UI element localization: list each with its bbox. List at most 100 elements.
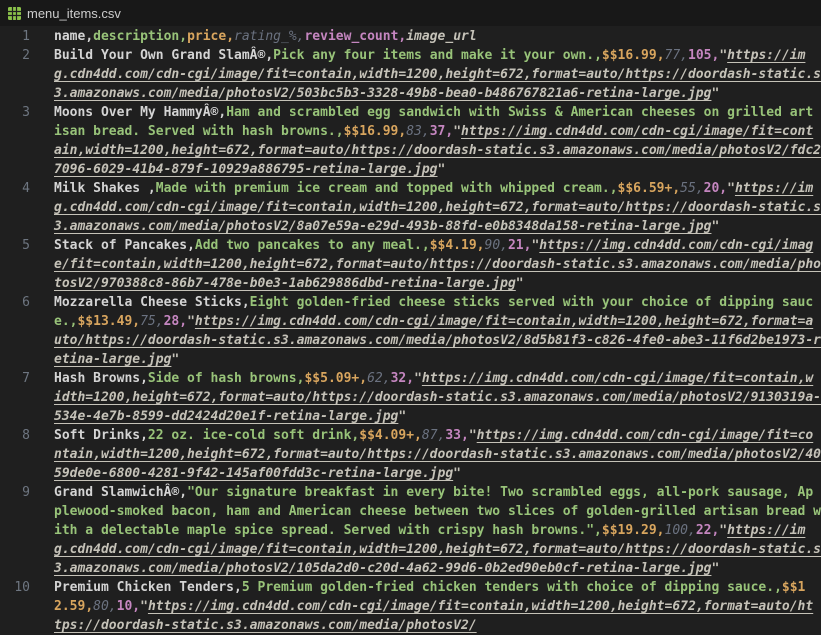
csv-delimiter: , — [85, 29, 93, 44]
image-url-link: https://img.cdn4dd.com/cdn-cgi/image/fit… — [54, 599, 813, 633]
csv-field: 77 — [665, 48, 681, 63]
csv-delimiter: , — [140, 428, 148, 443]
csv-row: 3 Moons Over My HammyÂ®,Ham and scrambled… — [0, 103, 821, 179]
csv-file-icon — [8, 7, 21, 20]
csv-delimiter: , — [336, 124, 344, 139]
csv-delimiter: , — [688, 523, 696, 538]
csv-field: $$4.19 — [430, 238, 477, 253]
quote: " — [171, 352, 179, 367]
csv-line-content: Mozzarella Cheese Sticks,Eight golden-fr… — [54, 293, 821, 369]
csv-field: description — [93, 29, 179, 44]
csv-delimiter: , — [657, 523, 665, 538]
tab-menu-items-csv[interactable]: menu_items.csv — [8, 6, 121, 21]
csv-line-content: Soft Drinks,22 oz. ice-cold soft drink,$… — [54, 426, 821, 483]
csv-field: Moons Over My HammyÂ® — [54, 105, 218, 120]
line-number: 1 — [0, 27, 30, 46]
csv-field: $$19.29 — [602, 523, 657, 538]
csv-delimiter: , — [132, 314, 140, 329]
csv-delimiter: , — [594, 523, 602, 538]
csv-field: Side of hash browns — [148, 371, 297, 386]
csv-row: 2Build Your Own Grand SlamÂ®,Pick any fo… — [0, 46, 821, 103]
quote: " — [414, 371, 422, 386]
tab-bar: menu_items.csv — [0, 0, 821, 26]
line-number: 5 — [0, 236, 30, 255]
csv-field: 5 Premium golden-fried chicken tenders w… — [242, 580, 774, 595]
quote: " — [140, 599, 148, 614]
csv-line-content: Milk Shakes ,Made with premium ice cream… — [54, 179, 821, 236]
csv-field: Soft Drinks — [54, 428, 140, 443]
quote: " — [438, 162, 446, 177]
csv-delimiter: , — [132, 599, 140, 614]
csv-field: Pick any four items and make it your own… — [273, 48, 594, 63]
csv-delimiter: , — [461, 428, 469, 443]
csv-field: 87 — [422, 428, 438, 443]
csv-field: Add two pancakes to any meal. — [195, 238, 422, 253]
csv-row: 10Premium Chicken Tenders,5 Premium gold… — [0, 578, 821, 635]
quote: " — [516, 276, 524, 291]
csv-field: $$5.09+ — [304, 371, 359, 386]
csv-delimiter: , — [719, 181, 727, 196]
csv-field: Grand SlamwichÂ® — [54, 485, 179, 500]
quote: " — [727, 181, 735, 196]
csv-delimiter: , — [187, 238, 195, 253]
csv-line-content: Moons Over My HammyÂ®,Ham and scrambled … — [54, 103, 821, 179]
csv-delimiter: , — [359, 371, 367, 386]
line-number: 10 — [0, 578, 30, 597]
line-number: 7 — [0, 369, 30, 388]
csv-delimiter: , — [477, 238, 485, 253]
quote: " — [398, 409, 406, 424]
csv-field: Hash Browns — [54, 371, 140, 386]
csv-delimiter: , — [610, 181, 618, 196]
csv-field: Mozzarella Cheese Sticks — [54, 295, 242, 310]
csv-delimiter: , — [226, 29, 234, 44]
line-number: 3 — [0, 103, 30, 122]
csv-field: 28 — [164, 314, 180, 329]
csv-field: $$13.49 — [77, 314, 132, 329]
csv-row: 8Soft Drinks,22 oz. ice-cold soft drink,… — [0, 426, 821, 483]
csv-delimiter: , — [657, 48, 665, 63]
csv-field: 105 — [688, 48, 711, 63]
quote: " — [453, 466, 461, 481]
csv-delimiter: , — [594, 48, 602, 63]
csv-field: 20 — [704, 181, 720, 196]
csv-field: rating_% — [234, 29, 297, 44]
csv-field: 22 oz. ice-cold soft drink — [148, 428, 352, 443]
csv-row: 7Hash Browns,Side of hash browns,$$5.09+… — [0, 369, 821, 426]
csv-field: image_url — [406, 29, 476, 44]
csv-delimiter: , — [383, 371, 391, 386]
csv-delimiter: , — [242, 295, 250, 310]
csv-field: 90 — [485, 238, 501, 253]
csv-field: 83 — [406, 124, 422, 139]
csv-delimiter: , — [414, 428, 422, 443]
csv-header-row: 1 name,description,price,rating_%,review_… — [0, 27, 821, 46]
csv-delimiter: , — [406, 371, 414, 386]
csv-field: 80 — [93, 599, 109, 614]
csv-delimiter: , — [680, 48, 688, 63]
csv-row: 9Grand SlamwichÂ®,"Our signature breakfa… — [0, 483, 821, 578]
csv-delimiter: , — [156, 314, 164, 329]
vscode-window: { "tab": { "filename": "menu_items.csv",… — [0, 0, 821, 629]
csv-field: $$6.59+ — [618, 181, 673, 196]
csv-field: 22 — [696, 523, 712, 538]
quote: " — [469, 428, 477, 443]
csv-field: Made with premium ice cream and topped w… — [156, 181, 610, 196]
csv-field: $$4.09+ — [359, 428, 414, 443]
csv-line-content: name,description,price,rating_%,review_c… — [54, 27, 821, 46]
csv-editor[interactable]: 1 name,description,price,rating_%,review_… — [0, 26, 821, 635]
csv-field: Build Your Own Grand SlamÂ® — [54, 48, 265, 63]
csv-delimiter: , — [140, 371, 148, 386]
quote: " — [711, 561, 719, 576]
csv-line-content: Hash Browns,Side of hash browns,$$5.09+,… — [54, 369, 821, 426]
csv-delimiter: , — [422, 124, 430, 139]
quote: " — [711, 219, 719, 234]
csv-delimiter: , — [179, 314, 187, 329]
csv-field: 55 — [680, 181, 696, 196]
csv-row: 4Milk Shakes ,Made with premium ice crea… — [0, 179, 821, 236]
csv-field: name — [54, 29, 85, 44]
csv-row: 6Mozzarella Cheese Sticks,Eight golden-f… — [0, 293, 821, 369]
csv-field: 21 — [508, 238, 524, 253]
line-number: 9 — [0, 483, 30, 502]
csv-field: 75 — [140, 314, 156, 329]
csv-field: 62 — [367, 371, 383, 386]
csv-delimiter: , — [672, 181, 680, 196]
